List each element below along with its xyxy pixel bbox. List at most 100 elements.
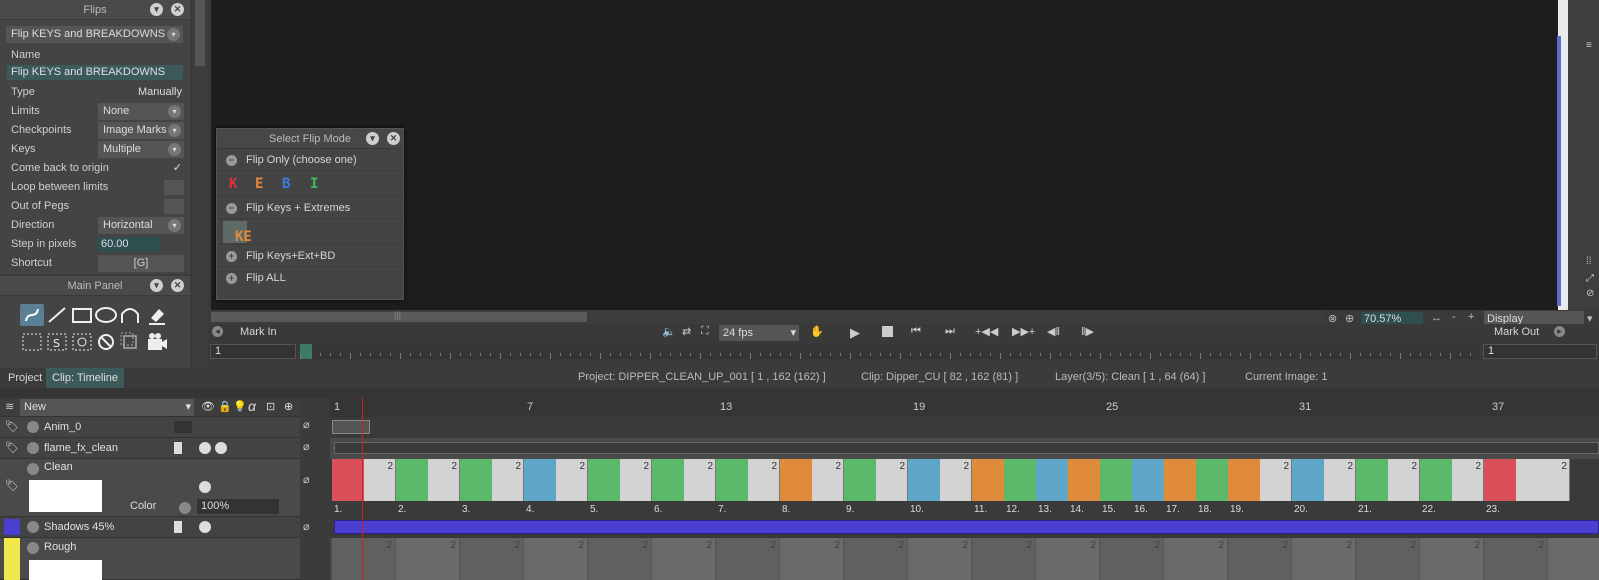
setting-dropdown[interactable]: Multiple ▾ bbox=[98, 141, 184, 158]
grip-icon[interactable]: ≡ bbox=[1586, 40, 1592, 51]
plus-icon[interactable] bbox=[27, 421, 39, 433]
lock-icon[interactable]: 🔒 bbox=[218, 400, 232, 413]
lock-icon[interactable] bbox=[215, 442, 227, 454]
search-icon[interactable]: ⊕ bbox=[284, 400, 293, 413]
frame-exposure[interactable]: 2 bbox=[1228, 459, 1292, 501]
transform-icon[interactable] bbox=[118, 331, 142, 353]
layer-row-clean[interactable]: 🏷 Clean Color 100% bbox=[0, 459, 300, 517]
mark-out-icon[interactable]: ▸ bbox=[1554, 326, 1565, 337]
minus-icon[interactable] bbox=[27, 463, 39, 475]
flip-keys-ext-bd-option[interactable]: + Flip Keys+Ext+BD bbox=[217, 245, 403, 267]
timeline-track-flame[interactable] bbox=[330, 438, 1599, 459]
shortcut-field[interactable]: [G] bbox=[98, 255, 184, 272]
rough-exposure[interactable]: 2 bbox=[652, 538, 716, 580]
rough-exposure[interactable]: 2 bbox=[908, 538, 972, 580]
setting-dropdown[interactable]: None ▾ bbox=[98, 103, 184, 120]
layer-row-rough[interactable]: Rough bbox=[0, 538, 300, 580]
plus-icon[interactable] bbox=[27, 521, 39, 533]
timeline-ruler[interactable]: 1 7 13 19 25 31 37 bbox=[330, 398, 1599, 417]
flip-preset-dropdown[interactable]: Flip KEYS and BREAKDOWNS ▾ bbox=[6, 26, 183, 43]
frame-exposure[interactable]: 2 bbox=[460, 459, 524, 501]
line-tool-icon[interactable] bbox=[45, 304, 69, 326]
timeline-track-clean[interactable]: 2 1. 2 2. 2 3. 2 4. 2 5. 2 6. 2 7. 2 8. 2 9. 2 10. 11. 12. 13.… bbox=[330, 459, 1599, 517]
rough-exposure[interactable]: 2 bbox=[716, 538, 780, 580]
rough-exposure[interactable]: 2 bbox=[1164, 538, 1228, 580]
loop-icon[interactable]: ⇄ bbox=[682, 325, 691, 338]
viewer-horizontal-scrollbar[interactable]: ||| bbox=[211, 310, 1325, 324]
select-icon[interactable]: ⊡ bbox=[266, 400, 275, 413]
name-input[interactable]: Flip KEYS and BREAKDOWNS bbox=[7, 65, 183, 80]
ellipse-tool-icon[interactable] bbox=[94, 304, 118, 326]
volume-icon[interactable]: 🔈 bbox=[662, 325, 676, 338]
fit-icon[interactable]: ⁞⁞ bbox=[1586, 256, 1592, 267]
timeline-track-anim0[interactable] bbox=[330, 417, 1599, 438]
frame-exposure[interactable]: 2 bbox=[1484, 459, 1570, 501]
mark-out-input[interactable]: 1 bbox=[1483, 344, 1597, 359]
fullscreen-icon[interactable]: ⛶ bbox=[701, 325, 709, 338]
rough-exposure[interactable]: 2 bbox=[1292, 538, 1356, 580]
chevron-down-icon[interactable]: ▾ bbox=[366, 132, 379, 145]
rough-exposure[interactable]: 2 bbox=[1548, 538, 1599, 580]
frame-exposure[interactable]: 2 bbox=[588, 459, 652, 501]
zoom-in-icon[interactable]: + bbox=[1468, 311, 1474, 323]
frame-exposure[interactable]: 2 bbox=[332, 459, 396, 501]
timeline-track-rough[interactable]: 22222222222222222222 bbox=[330, 538, 1599, 580]
breakdown-flip-button[interactable]: B bbox=[282, 176, 290, 192]
prev-frame-icon[interactable]: ◀‖ bbox=[1047, 325, 1060, 338]
left-panel-scrollbar[interactable] bbox=[192, 0, 208, 372]
zoom-out-icon[interactable]: - bbox=[1452, 311, 1456, 323]
visibility-dot[interactable] bbox=[199, 442, 211, 454]
frame-exposure[interactable] bbox=[1100, 459, 1132, 501]
inbetween-flip-button[interactable]: I bbox=[310, 176, 318, 192]
frame-exposure[interactable]: 2 bbox=[780, 459, 844, 501]
visibility-dot[interactable] bbox=[199, 481, 211, 493]
stop-icon[interactable] bbox=[882, 326, 893, 337]
opacity-slider[interactable] bbox=[174, 421, 192, 433]
first-frame-icon[interactable]: ⏮ bbox=[911, 325, 921, 338]
next-frame-icon[interactable]: ‖▶ bbox=[1081, 325, 1094, 338]
no-sign-icon[interactable]: ⌀ bbox=[303, 520, 310, 533]
frame-exposure[interactable]: 2 bbox=[652, 459, 716, 501]
opacity-slider[interactable] bbox=[174, 442, 182, 454]
rough-exposure[interactable]: 2 bbox=[524, 538, 588, 580]
last-frame-icon[interactable]: ⏭ bbox=[945, 325, 955, 338]
camera-icon[interactable] bbox=[145, 331, 169, 353]
reset-icon[interactable]: ⊘ bbox=[1586, 288, 1594, 299]
rough-exposure[interactable]: 2 bbox=[1420, 538, 1484, 580]
frame-exposure[interactable] bbox=[1164, 459, 1196, 501]
close-icon[interactable]: ✕ bbox=[387, 132, 400, 145]
frame-exposure[interactable] bbox=[972, 459, 1004, 501]
checkbox[interactable] bbox=[164, 199, 184, 214]
rough-exposure[interactable]: 2 bbox=[1036, 538, 1100, 580]
opacity-input[interactable]: 100% bbox=[197, 499, 279, 514]
frame-exposure[interactable]: 2 bbox=[716, 459, 780, 501]
frame-exposure[interactable] bbox=[1068, 459, 1100, 501]
extreme-flip-button[interactable]: E bbox=[255, 176, 263, 192]
plus-icon[interactable] bbox=[27, 442, 39, 454]
key-flip-button[interactable]: K bbox=[229, 176, 237, 192]
close-icon[interactable]: ✕ bbox=[171, 3, 184, 16]
image-viewer[interactable] bbox=[211, 0, 1558, 310]
setting-dropdown[interactable]: Horizontal ▾ bbox=[98, 217, 184, 234]
mini-timeline[interactable] bbox=[300, 344, 1480, 359]
rough-exposure[interactable]: 2 bbox=[460, 538, 524, 580]
opacity-slider[interactable] bbox=[174, 521, 182, 533]
rough-exposure[interactable]: 2 bbox=[332, 538, 396, 580]
brush-tool-icon[interactable] bbox=[20, 304, 44, 326]
rough-exposure[interactable]: 2 bbox=[844, 538, 908, 580]
frame-exposure[interactable]: 2 bbox=[1420, 459, 1484, 501]
play-icon[interactable]: ▶ bbox=[850, 325, 860, 341]
select-s-icon[interactable]: S bbox=[45, 331, 69, 353]
scrollbar-thumb[interactable] bbox=[195, 0, 205, 66]
rough-exposure[interactable]: 2 bbox=[1228, 538, 1292, 580]
no-sign-icon[interactable]: ⌀ bbox=[303, 440, 310, 453]
timeline[interactable]: 1 7 13 19 25 31 37 2 1. 2 2. 2 3. 2 4. 2 5. 2 6. 2 7. 2 8. 2 9.… bbox=[330, 398, 1599, 580]
expand-icon[interactable]: ⤢ bbox=[1586, 273, 1594, 284]
rough-exposure[interactable]: 2 bbox=[780, 538, 844, 580]
minus-icon[interactable] bbox=[27, 542, 39, 554]
frame-exposure[interactable] bbox=[1004, 459, 1036, 501]
minus-icon[interactable] bbox=[179, 502, 191, 514]
checkmark-icon[interactable]: ✓ bbox=[173, 159, 182, 178]
ke-flip-button[interactable]: KE bbox=[223, 221, 252, 245]
rough-exposure[interactable]: 2 bbox=[1484, 538, 1548, 580]
